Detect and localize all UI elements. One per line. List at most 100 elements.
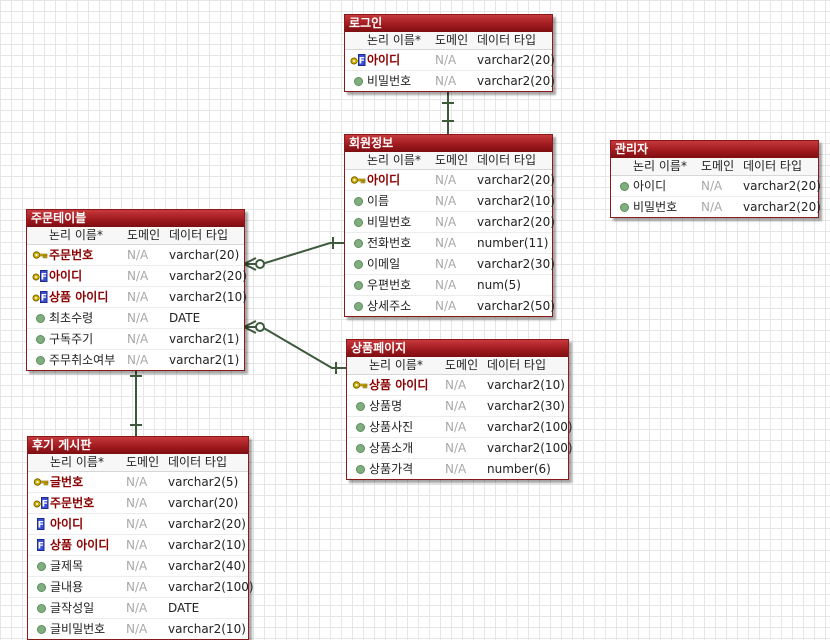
attribute-data-type: varchar2(20) xyxy=(477,53,555,67)
attribute-row[interactable]: 상품가격 N/A number(6) xyxy=(347,459,568,479)
header-domain: 도메인 xyxy=(127,228,161,242)
attribute-name: 글제목 xyxy=(50,559,84,573)
attribute-row[interactable]: 상세주소 N/A varchar2(50) xyxy=(345,296,555,316)
entity-column-header: 논리 이름* 도메인 데이터 타입 xyxy=(28,454,248,472)
attribute-row[interactable]: 구독주기 N/A varchar2(1) xyxy=(27,329,244,350)
attribute-row[interactable]: 비밀번호 N/A varchar2(20) xyxy=(611,197,821,217)
primary-key-icon xyxy=(32,477,50,487)
attribute-data-type: varchar2(100) xyxy=(168,580,254,594)
attribute-domain: N/A xyxy=(435,299,457,313)
attribute-name: 비밀번호 xyxy=(367,215,412,229)
attribute-dot-icon xyxy=(32,603,50,613)
attribute-row[interactable]: 상품명 N/A varchar2(30) xyxy=(347,396,568,417)
attribute-row[interactable]: 아이디 N/A varchar2(20) xyxy=(611,176,821,197)
attribute-name-cell: 글작성일 xyxy=(28,598,126,618)
entity-review[interactable]: 후기 게시판 논리 이름* 도메인 데이터 타입 글번호 N/A varchar2(… xyxy=(27,436,254,640)
entity-admin[interactable]: 관리자 논리 이름* 도메인 데이터 타입 아이디 N/A varchar2(20)… xyxy=(610,140,821,218)
attribute-domain: N/A xyxy=(126,622,148,636)
attribute-name-cell: 비밀번호 xyxy=(345,71,435,91)
attribute-data-type: number(6) xyxy=(487,462,551,476)
entity-column-header: 논리 이름* 도메인 데이터 타입 xyxy=(347,357,568,375)
attribute-name: 상품소개 xyxy=(369,441,414,455)
attribute-row[interactable]: 전화번호 N/A number(11) xyxy=(345,233,552,254)
attribute-data-type: number(11) xyxy=(477,236,549,250)
attribute-name: 글작성일 xyxy=(50,601,95,615)
attribute-row[interactable]: 주문번호 N/A varchar(20) xyxy=(27,245,244,266)
attribute-row[interactable]: 글제목 N/A varchar2(40) xyxy=(28,556,248,577)
attribute-name-cell: F 상품 아이디 xyxy=(28,535,126,555)
attribute-domain: N/A xyxy=(126,601,148,615)
svg-text:F: F xyxy=(42,500,48,510)
attribute-data-type: varchar2(40) xyxy=(168,559,246,573)
attribute-row[interactable]: 이름 N/A varchar2(10) xyxy=(345,191,555,212)
attribute-domain: N/A xyxy=(126,538,148,552)
header-domain: 도메인 xyxy=(126,455,160,469)
foreign-key-icon: F xyxy=(32,518,50,530)
entity-column-header: 논리 이름* 도메인 데이터 타입 xyxy=(345,152,552,170)
attribute-domain: N/A xyxy=(445,462,467,476)
attribute-row[interactable]: 상품 아이디 N/A varchar2(10) xyxy=(347,375,568,396)
attribute-row[interactable]: 상품사진 N/A varchar2(100) xyxy=(347,417,573,438)
attribute-name-cell: 글내용 xyxy=(28,577,126,597)
attribute-name-cell: 글제목 xyxy=(28,556,126,576)
entity-title: 상품페이지 xyxy=(347,340,568,357)
attribute-name-cell: 글번호 xyxy=(28,472,126,492)
attribute-row[interactable]: 우편번호 N/A num(5) xyxy=(345,275,552,296)
attribute-name-cell: F 아이디 xyxy=(345,50,435,70)
attribute-dot-icon xyxy=(615,181,633,191)
attribute-row[interactable]: 이메일 N/A varchar2(30) xyxy=(345,254,555,275)
attribute-name-cell: 전화번호 xyxy=(345,233,435,253)
entity-order[interactable]: 주문테이블 논리 이름* 도메인 데이터 타입 주문번호 N/A varchar(2… xyxy=(26,209,247,371)
entity-login[interactable]: 로그인 논리 이름* 도메인 데이터 타입 F 아이디 N/A varchar2(20… xyxy=(344,14,555,92)
attribute-domain: N/A xyxy=(435,74,457,88)
attribute-domain: N/A xyxy=(127,311,149,325)
entity-product[interactable]: 상품페이지 논리 이름* 도메인 데이터 타입 상품 아이디 N/A varchar… xyxy=(346,339,573,480)
attribute-row[interactable]: 주무취소여부 N/A varchar2(1) xyxy=(27,350,244,370)
attribute-domain: N/A xyxy=(445,441,467,455)
header-logical-name: 논리 이름* xyxy=(50,455,104,469)
entity-rows: 주문번호 N/A varchar(20) F 아이디 N/A varchar2(20) F 상품… xyxy=(27,245,247,370)
relationship-product-order xyxy=(243,320,347,374)
attribute-dot-icon xyxy=(351,443,369,453)
attribute-name-cell: 아이디 xyxy=(611,176,701,196)
attribute-data-type: varchar2(20) xyxy=(477,215,555,229)
attribute-row[interactable]: F 아이디 N/A varchar2(20) xyxy=(345,50,555,71)
attribute-data-type: varchar2(20) xyxy=(168,517,246,531)
relationship-login-member xyxy=(442,89,454,134)
attribute-row[interactable]: F 주문번호 N/A varchar(20) xyxy=(28,493,248,514)
attribute-name-cell: F 상품 아이디 xyxy=(27,287,127,307)
entity-rows: 아이디 N/A varchar2(20) 비밀번호 N/A varchar2(20) xyxy=(611,176,821,217)
attribute-dot-icon xyxy=(31,313,49,323)
attribute-row[interactable]: 상품소개 N/A varchar2(100) xyxy=(347,438,573,459)
attribute-row[interactable]: 최초수령 N/A DATE xyxy=(27,308,244,329)
attribute-data-type: varchar2(50) xyxy=(477,299,555,313)
entity-column-header: 논리 이름* 도메인 데이터 타입 xyxy=(345,32,552,50)
attribute-row[interactable]: F 상품 아이디 N/A varchar2(10) xyxy=(27,287,247,308)
svg-text:F: F xyxy=(38,521,44,531)
svg-text:F: F xyxy=(359,57,365,67)
attribute-row[interactable]: F 상품 아이디 N/A varchar2(10) xyxy=(28,535,248,556)
entity-title: 주문테이블 xyxy=(27,210,244,227)
primary-foreign-key-icon: F xyxy=(32,497,50,509)
entity-member[interactable]: 회원정보 논리 이름* 도메인 데이터 타입 아이디 N/A varchar2(20… xyxy=(344,134,555,317)
attribute-name: 아이디 xyxy=(633,179,667,193)
attribute-row[interactable]: F 아이디 N/A varchar2(20) xyxy=(28,514,248,535)
attribute-name: 최초수령 xyxy=(49,311,94,325)
attribute-row[interactable]: 글작성일 N/A DATE xyxy=(28,598,248,619)
foreign-key-icon: F xyxy=(32,539,50,551)
attribute-name: 아이디 xyxy=(367,53,401,67)
attribute-row[interactable]: F 아이디 N/A varchar2(20) xyxy=(27,266,247,287)
attribute-row[interactable]: 글비밀번호 N/A varchar2(10) xyxy=(28,619,248,639)
attribute-row[interactable]: 아이디 N/A varchar2(20) xyxy=(345,170,555,191)
attribute-row[interactable]: 글번호 N/A varchar2(5) xyxy=(28,472,248,493)
attribute-row[interactable]: 비밀번호 N/A varchar2(20) xyxy=(345,71,555,91)
attribute-name: 아이디 xyxy=(49,269,83,283)
svg-text:F: F xyxy=(41,294,47,304)
attribute-name-cell: 상품사진 xyxy=(347,417,445,437)
attribute-name-cell: 상품명 xyxy=(347,396,445,416)
attribute-name: 구독주기 xyxy=(49,332,94,346)
attribute-name: 비밀번호 xyxy=(367,74,412,88)
attribute-row[interactable]: 글내용 N/A varchar2(100) xyxy=(28,577,254,598)
attribute-row[interactable]: 비밀번호 N/A varchar2(20) xyxy=(345,212,555,233)
attribute-domain: N/A xyxy=(445,378,467,392)
